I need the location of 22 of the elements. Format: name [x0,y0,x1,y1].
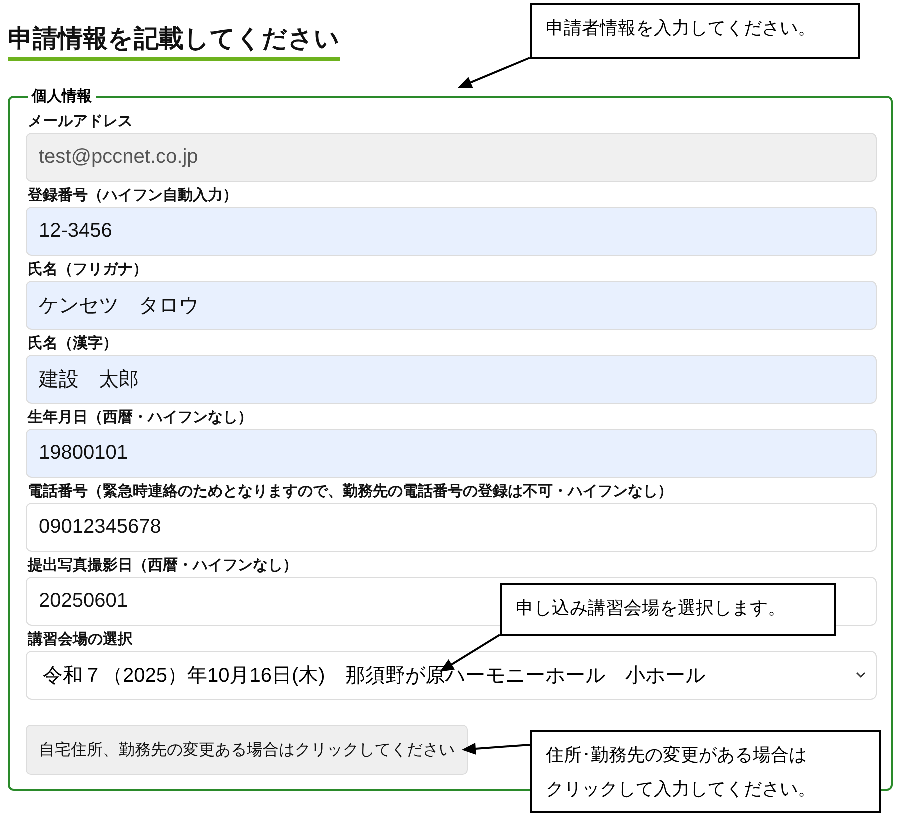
field-label: メールアドレス [28,113,133,131]
field-label: 生年月日（西暦・ハイフンなし） [28,409,253,427]
change-address-button[interactable]: 自宅住所、勤務先の変更ある場合はクリックしてください [26,725,468,775]
callout-note: 申請者情報を入力してください。 [530,3,860,59]
input-field[interactable]: ケンセツ タロウ [26,281,877,330]
field-label: 氏名（フリガナ） [28,261,148,279]
callout-note: 住所･勤務先の変更がある場合は クリックして入力してください。 [530,730,881,813]
callout-note: 申し込み講習会場を選択します。 [500,583,836,636]
page-heading: 申請情報を記載してください [8,22,340,61]
select-field[interactable]: 令和７（2025）年10月16日(木) 那須野が原ハーモニーホール 小ホール [26,651,877,700]
field-label: 提出写真撮影日（西暦・ハイフンなし） [28,557,298,575]
arrow [462,743,530,755]
field-label: 電話番号（緊急時連絡のためとなりますので、勤務先の電話番号の登録は不可・ハイフンなし） [28,483,673,501]
field-label: 講習会場の選択 [28,631,133,649]
fieldset-legend: 個人情報 [28,87,96,106]
field-label: 登録番号（ハイフン自動入力） [28,187,238,205]
chevron-down-icon [856,672,866,679]
input-field[interactable]: 09012345678 [26,503,877,552]
field-label: 氏名（漢字） [28,335,118,353]
input-field[interactable]: 建設 太郎 [26,355,877,404]
input-field[interactable]: 12-3456 [26,207,877,256]
input-field[interactable]: 19800101 [26,429,877,478]
